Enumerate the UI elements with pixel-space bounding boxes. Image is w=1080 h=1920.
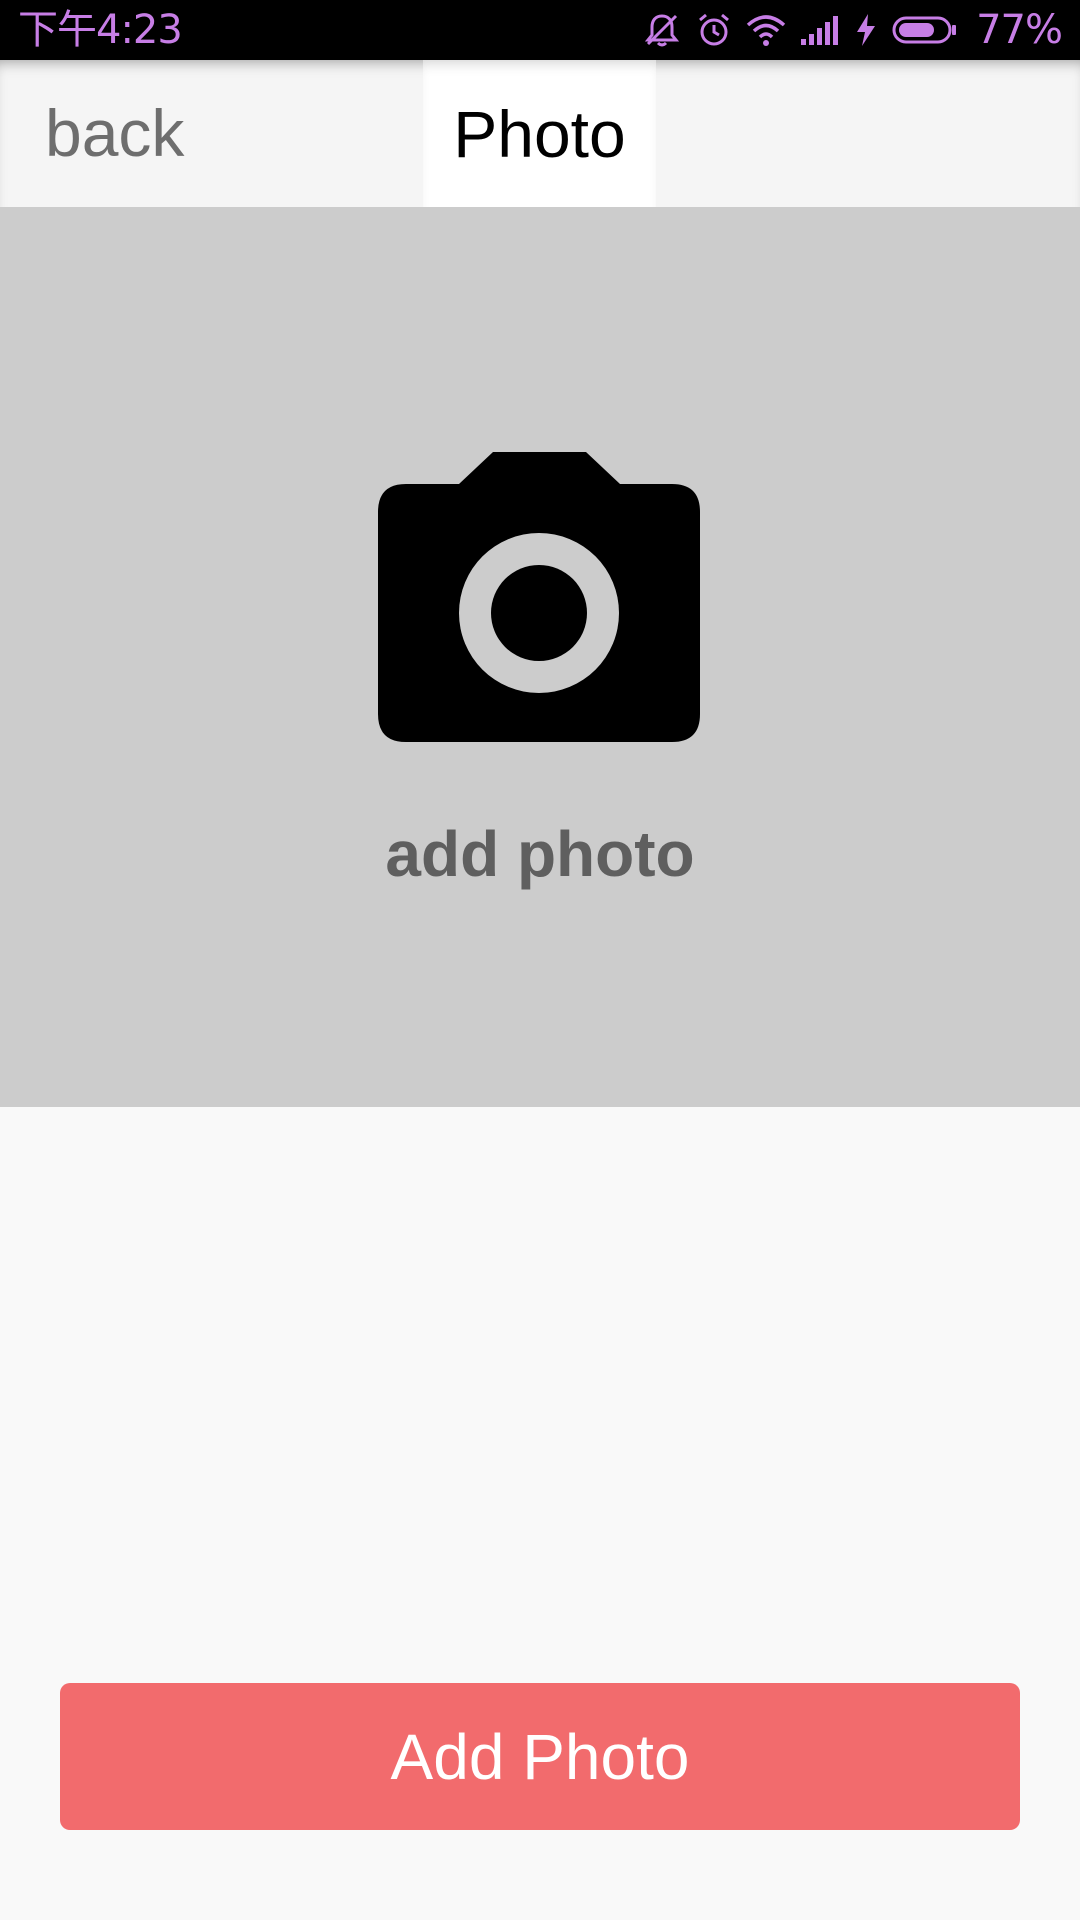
add-photo-button[interactable]: Add Photo [60,1683,1020,1830]
signal-icon [800,15,840,45]
back-button[interactable]: back [45,60,184,207]
alarm-icon [696,12,732,48]
photo-placeholder[interactable]: add photo [0,207,1080,1107]
status-bar: 下午4:23 77% [0,0,1080,60]
status-icons: 77% [628,0,1063,60]
page-title-box: Photo [423,60,656,207]
page-title: Photo [453,96,626,171]
battery-percent: 77% [976,7,1063,53]
header: back Photo [0,60,1080,207]
mute-icon [642,10,682,50]
wifi-icon [746,13,786,47]
charging-icon [854,13,878,47]
camera-icon [378,452,700,742]
battery-icon [892,15,958,45]
status-time: 下午4:23 [18,7,183,53]
add-photo-caption: add photo [385,818,695,890]
